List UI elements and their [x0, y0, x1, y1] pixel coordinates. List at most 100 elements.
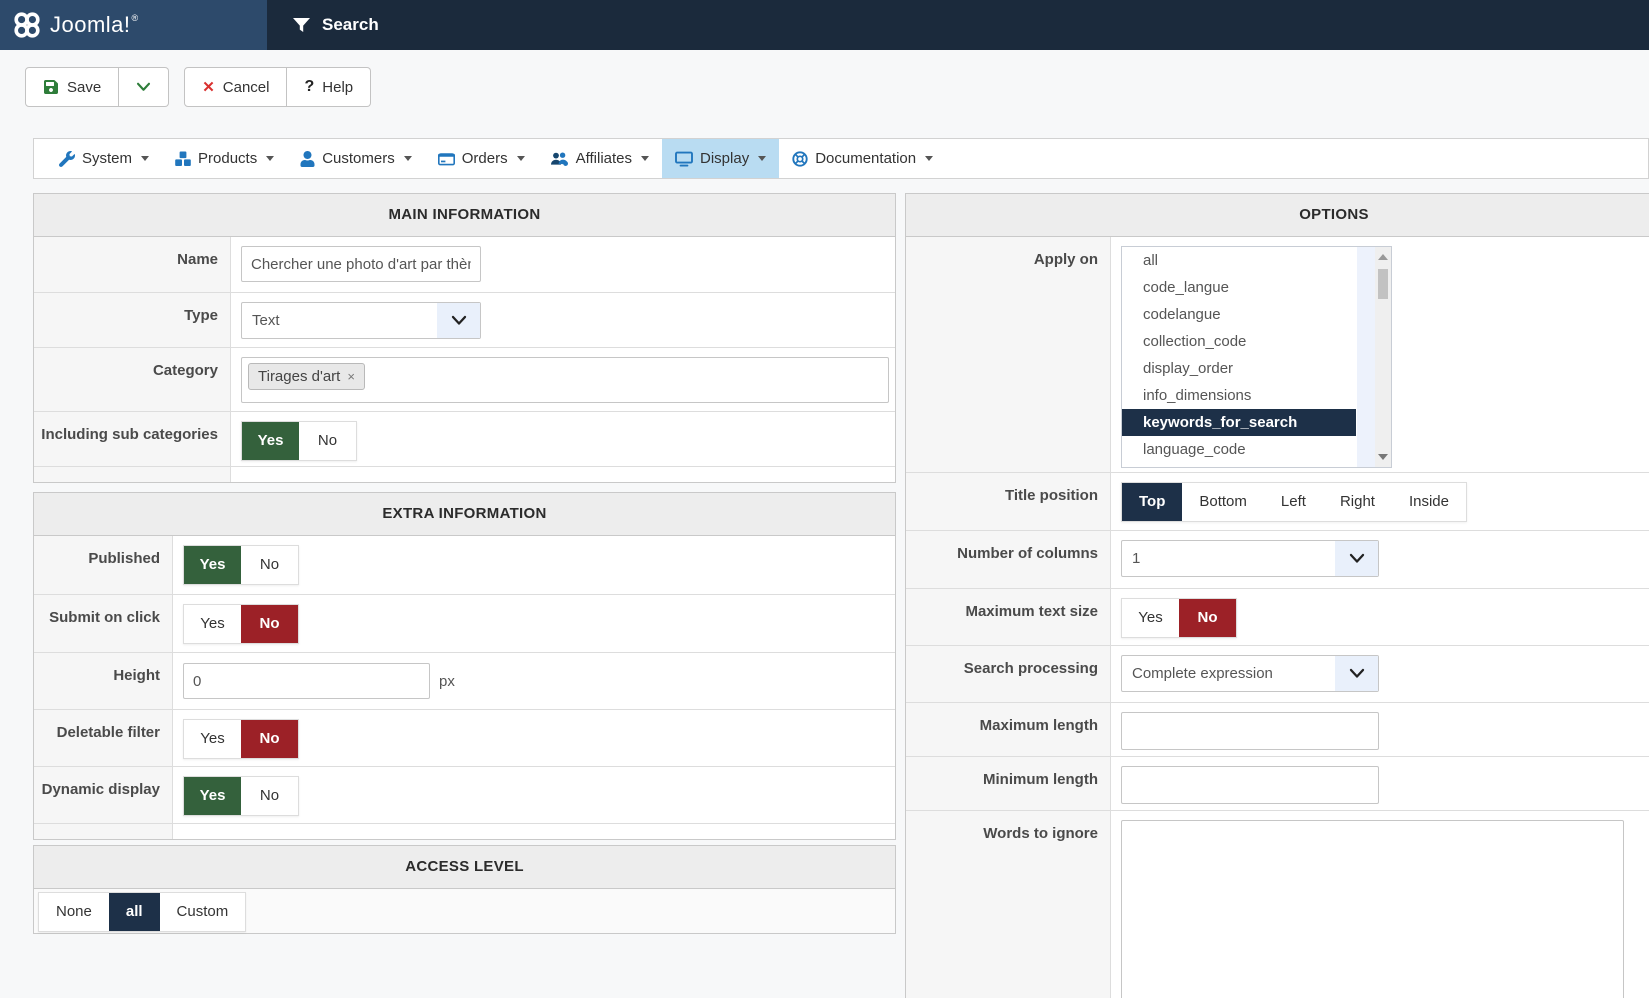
- name-input[interactable]: [241, 246, 481, 282]
- remove-tag-icon[interactable]: ×: [347, 369, 355, 384]
- apply-on-option-selected[interactable]: keywords_for_search: [1122, 409, 1356, 436]
- minimum-length-input[interactable]: [1121, 766, 1379, 804]
- caret-down-icon: [925, 156, 933, 161]
- menu-item-products[interactable]: Products: [162, 139, 287, 178]
- apply-on-listbox[interactable]: all code_langue codelangue collection_co…: [1121, 246, 1392, 468]
- deletable-filter-toggle[interactable]: Yes No: [183, 719, 299, 759]
- apply-on-option[interactable]: collection_code: [1122, 328, 1356, 355]
- category-tag-field[interactable]: Tirages d'art ×: [241, 357, 889, 403]
- toggle-yes[interactable]: Yes: [184, 546, 241, 584]
- sub-categories-row: Including sub categories Yes No: [34, 411, 895, 466]
- height-input[interactable]: [183, 663, 430, 699]
- menu-label-products: Products: [198, 150, 257, 167]
- page-header: Search: [267, 0, 1649, 50]
- search-processing-label: Search processing: [906, 646, 1111, 702]
- title-position-row: Title position Top Bottom Left Right Ins…: [906, 472, 1649, 530]
- chevron-down-icon: [1335, 541, 1378, 576]
- dynamic-display-label: Dynamic display: [34, 767, 173, 823]
- scroll-down-icon[interactable]: [1378, 454, 1388, 460]
- chevron-down-icon: [1335, 656, 1378, 691]
- scroll-up-icon[interactable]: [1378, 254, 1388, 260]
- toggle-no[interactable]: No: [299, 422, 356, 460]
- menu-item-orders[interactable]: Orders: [425, 139, 538, 178]
- toggle-no[interactable]: No: [241, 777, 298, 815]
- main-information-panel: MAIN INFORMATION Name Type Text Category: [33, 193, 896, 483]
- type-select[interactable]: Text: [241, 302, 481, 339]
- save-label: Save: [67, 79, 101, 96]
- cancel-icon: ✕: [202, 78, 215, 96]
- published-row: Published Yes No: [34, 536, 895, 594]
- caret-down-icon: [404, 156, 412, 161]
- menu-item-system[interactable]: System: [46, 139, 162, 178]
- apply-on-option[interactable]: info_dimensions: [1122, 382, 1356, 409]
- title-position-top[interactable]: Top: [1122, 483, 1182, 521]
- height-row: Height px: [34, 652, 895, 709]
- toggle-yes[interactable]: Yes: [184, 605, 241, 643]
- page-title: Search: [322, 15, 379, 35]
- search-processing-select[interactable]: Complete expression: [1121, 655, 1379, 692]
- title-position-right[interactable]: Right: [1323, 483, 1392, 521]
- toggle-no[interactable]: No: [241, 605, 298, 643]
- options-title: OPTIONS: [906, 194, 1649, 237]
- extra-information-panel: EXTRA INFORMATION Published Yes No Submi…: [33, 492, 896, 840]
- title-position-label: Title position: [906, 473, 1111, 530]
- submit-on-click-label: Submit on click: [34, 595, 173, 652]
- apply-on-option[interactable]: codelangue: [1122, 301, 1356, 328]
- words-to-ignore-textarea[interactable]: [1121, 820, 1624, 998]
- toggle-yes[interactable]: Yes: [242, 422, 299, 460]
- number-of-columns-label: Number of columns: [906, 531, 1111, 588]
- submit-on-click-row: Submit on click Yes No: [34, 594, 895, 652]
- caret-down-icon: [266, 156, 274, 161]
- menu-item-display[interactable]: Display: [662, 139, 779, 178]
- maximum-length-label: Maximum length: [906, 703, 1111, 756]
- toggle-no[interactable]: No: [1179, 599, 1236, 637]
- words-to-ignore-row: Words to ignore: [906, 810, 1649, 998]
- apply-on-option[interactable]: code_langue: [1122, 274, 1356, 301]
- topbar: Joomla!® Search: [0, 0, 1649, 50]
- submit-on-click-toggle[interactable]: Yes No: [183, 604, 299, 644]
- apply-on-option[interactable]: display_order: [1122, 355, 1356, 382]
- dynamic-display-row: Dynamic display Yes No: [34, 766, 895, 823]
- height-label: Height: [34, 653, 173, 709]
- maximum-text-size-toggle[interactable]: Yes No: [1121, 598, 1237, 638]
- access-option-none[interactable]: None: [39, 893, 109, 931]
- cancel-label: Cancel: [223, 79, 270, 96]
- cancel-button[interactable]: ✕ Cancel: [184, 67, 287, 107]
- toggle-no[interactable]: No: [241, 720, 298, 758]
- brand-text: Joomla!: [50, 12, 131, 38]
- apply-on-option[interactable]: all: [1122, 247, 1356, 274]
- dynamic-display-toggle[interactable]: Yes No: [183, 776, 299, 816]
- help-button[interactable]: ? Help: [287, 67, 371, 107]
- menu-item-documentation[interactable]: Documentation: [779, 139, 946, 178]
- scrollbar-thumb[interactable]: [1378, 269, 1388, 299]
- published-label: Published: [34, 536, 173, 594]
- title-position-inside[interactable]: Inside: [1392, 483, 1466, 521]
- access-option-custom[interactable]: Custom: [160, 893, 246, 931]
- sub-categories-toggle[interactable]: Yes No: [241, 421, 357, 461]
- save-button-group: Save: [25, 67, 169, 107]
- joomla-logo-icon: [12, 10, 42, 40]
- toggle-yes[interactable]: Yes: [184, 720, 241, 758]
- access-option-all[interactable]: all: [109, 893, 160, 931]
- title-position-bottom[interactable]: Bottom: [1182, 483, 1264, 521]
- save-button[interactable]: Save: [25, 67, 119, 107]
- toggle-yes[interactable]: Yes: [1122, 599, 1179, 637]
- title-position-left[interactable]: Left: [1264, 483, 1323, 521]
- category-tag[interactable]: Tirages d'art ×: [248, 363, 365, 390]
- save-dropdown-button[interactable]: [119, 67, 169, 107]
- number-of-columns-select[interactable]: 1: [1121, 540, 1379, 577]
- menu-label-affiliates: Affiliates: [576, 150, 632, 167]
- toggle-yes[interactable]: Yes: [184, 777, 241, 815]
- published-toggle[interactable]: Yes No: [183, 545, 299, 585]
- name-label: Name: [34, 237, 231, 292]
- number-of-columns-row: Number of columns 1: [906, 530, 1649, 588]
- listbox-scrollbar[interactable]: [1375, 247, 1391, 467]
- access-level-group: None all Custom: [38, 892, 246, 932]
- caret-down-icon: [758, 156, 766, 161]
- menu-item-customers[interactable]: Customers: [287, 139, 425, 178]
- menu-item-affiliates[interactable]: Affiliates: [538, 139, 662, 178]
- apply-on-option[interactable]: language_code: [1122, 436, 1356, 463]
- toggle-no[interactable]: No: [241, 546, 298, 584]
- registered-mark: ®: [132, 13, 139, 23]
- maximum-length-input[interactable]: [1121, 712, 1379, 750]
